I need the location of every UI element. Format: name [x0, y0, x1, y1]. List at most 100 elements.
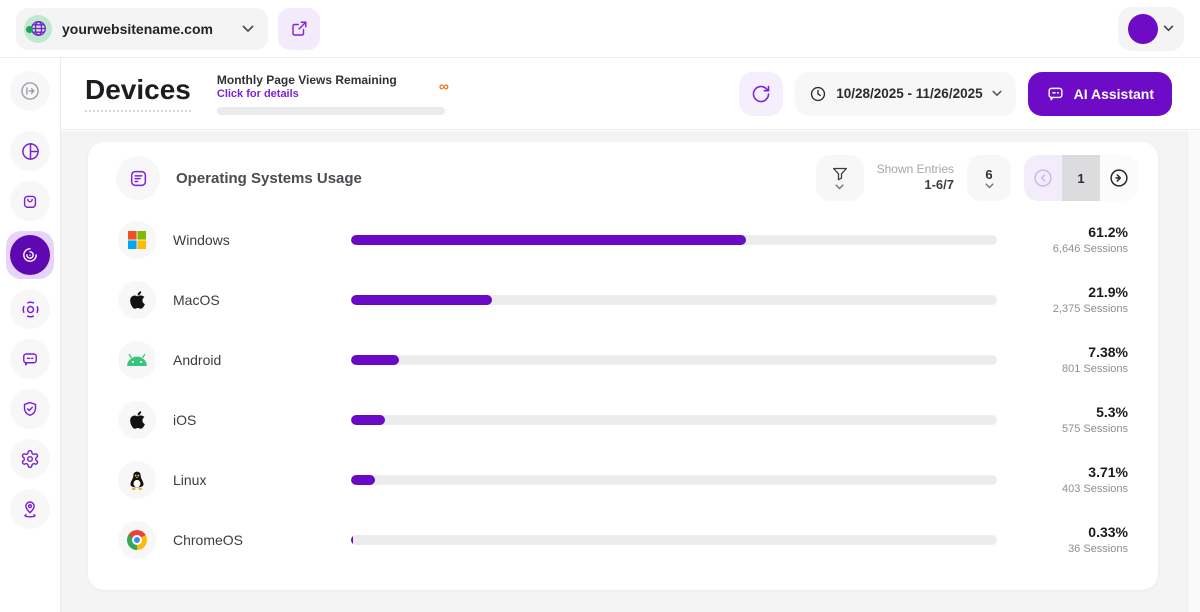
usage-bar-track [351, 415, 997, 425]
location-pin-icon [20, 499, 40, 519]
usage-bar-track [351, 295, 997, 305]
usage-bar-track [351, 355, 997, 365]
os-label: Android [173, 352, 221, 368]
os-label: MacOS [173, 292, 220, 308]
shown-entries: Shown Entries 1-6/7 [877, 162, 954, 193]
os-row[interactable]: Windows 61.2% 6,646 Sessions [88, 210, 1158, 270]
shown-entries-value: 1-6/7 [877, 177, 954, 193]
os-row[interactable]: Android 7.38% 801 Sessions [88, 330, 1158, 390]
dashboard-pie-icon [20, 141, 41, 162]
devices-swirl-icon [20, 245, 40, 265]
circle-arrow-left-icon [1032, 167, 1054, 189]
content-area: Operating Systems Usage Shown Entries 1-… [61, 131, 1200, 612]
os-row[interactable]: iOS 5.3% 575 Sessions [88, 390, 1158, 450]
usage-percent: 5.3% [1018, 404, 1128, 421]
os-row[interactable]: ChromeOS 0.33% 36 Sessions [88, 510, 1158, 570]
sidebar-item-devices[interactable] [6, 231, 54, 279]
os-row[interactable]: MacOS 21.9% 2,375 Sessions [88, 270, 1158, 330]
ai-assistant-button[interactable]: AI Assistant [1028, 72, 1172, 116]
sidebar-item-settings[interactable] [10, 439, 50, 479]
prev-page-button[interactable] [1024, 155, 1062, 201]
website-selector[interactable]: yourwebsitename.com [16, 8, 268, 50]
settings-gear-icon [20, 449, 40, 469]
date-range-picker[interactable]: 10/28/2025 - 11/26/2025 [795, 72, 1015, 116]
clock-icon [809, 85, 827, 103]
pagination: 1 [1024, 155, 1138, 201]
apple-logo-icon [118, 281, 156, 319]
chevron-down-icon [835, 184, 844, 190]
linux-logo-icon [118, 461, 156, 499]
page-size-value: 6 [985, 167, 992, 182]
usage-sessions: 801 Sessions [1018, 363, 1128, 376]
report-list-icon [128, 168, 149, 189]
usage-bar-fill [351, 475, 375, 485]
ai-chat-icon [1046, 84, 1065, 103]
sidebar-item-dashboard[interactable] [10, 131, 50, 171]
next-page-button[interactable] [1100, 155, 1138, 201]
shown-entries-label: Shown Entries [877, 162, 954, 177]
current-page[interactable]: 1 [1062, 155, 1100, 201]
refresh-button[interactable] [739, 72, 783, 116]
chrome-logo-icon [118, 521, 156, 559]
usage-percent: 3.71% [1018, 464, 1128, 481]
sidebar-item-tracking[interactable] [10, 289, 50, 329]
sidebar-item-privacy[interactable] [10, 389, 50, 429]
quota-widget[interactable]: Monthly Page Views Remaining Click for d… [217, 73, 449, 115]
usage-sessions: 575 Sessions [1018, 423, 1128, 436]
os-label: ChromeOS [173, 532, 243, 548]
website-globe-icon [24, 15, 52, 43]
sidebar-item-ecommerce[interactable] [10, 181, 50, 221]
usage-bar-track [351, 475, 997, 485]
refresh-icon [751, 84, 771, 104]
external-link-icon [290, 20, 308, 38]
sidebar-item-locations[interactable] [10, 489, 50, 529]
usage-bar-track [351, 235, 997, 245]
chevron-down-icon [242, 25, 254, 33]
usage-percent: 21.9% [1018, 284, 1128, 301]
circle-arrow-right-icon [1108, 167, 1130, 189]
os-label: Windows [173, 232, 230, 248]
avatar [1128, 14, 1158, 44]
page-size-select[interactable]: 6 [967, 155, 1011, 201]
usage-bar-fill [351, 295, 492, 305]
usage-sessions: 6,646 Sessions [1018, 243, 1128, 256]
ecommerce-bag-icon [20, 191, 40, 211]
filter-button[interactable] [816, 155, 864, 201]
chat-icon [20, 349, 40, 369]
usage-percent: 61.2% [1018, 224, 1128, 241]
usage-bar-fill [351, 415, 385, 425]
usage-percent: 0.33% [1018, 524, 1128, 541]
website-name: yourwebsitename.com [62, 21, 213, 37]
date-range-text: 10/28/2025 - 11/26/2025 [836, 86, 982, 101]
ai-assistant-label: AI Assistant [1074, 86, 1154, 102]
usage-bar-fill [351, 355, 399, 365]
privacy-shield-icon [20, 399, 40, 419]
filter-funnel-icon [831, 166, 849, 183]
open-website-button[interactable] [278, 8, 320, 50]
account-menu[interactable] [1118, 7, 1184, 51]
sidebar-item-collapse[interactable] [10, 71, 50, 111]
windows-logo-icon [118, 221, 156, 259]
sidebar [0, 58, 61, 612]
os-label: iOS [173, 412, 196, 428]
usage-bar-track [351, 535, 997, 545]
page-title: Devices [85, 75, 191, 113]
apple-logo-icon [118, 401, 156, 439]
quota-progress-bar [217, 107, 445, 115]
usage-sessions: 2,375 Sessions [1018, 303, 1128, 316]
sidebar-collapse-icon [19, 80, 41, 102]
sidebar-item-chat[interactable] [10, 339, 50, 379]
chevron-down-icon [992, 90, 1002, 97]
android-logo-icon [118, 341, 156, 379]
infinity-icon: ∞ [439, 79, 449, 93]
scrollbar[interactable] [1187, 131, 1200, 612]
tracking-target-icon [20, 299, 41, 320]
usage-sessions: 403 Sessions [1018, 483, 1128, 496]
os-rows: Windows 61.2% 6,646 Sessions MacOS 21.9%… [88, 210, 1158, 584]
os-usage-card: Operating Systems Usage Shown Entries 1-… [88, 142, 1158, 590]
quota-title: Monthly Page Views Remaining [217, 73, 427, 87]
os-row[interactable]: Linux 3.71% 403 Sessions [88, 450, 1158, 510]
quota-details-link[interactable]: Click for details [217, 88, 427, 100]
topbar: yourwebsitename.com [0, 0, 1200, 58]
usage-bar-fill [351, 535, 353, 545]
